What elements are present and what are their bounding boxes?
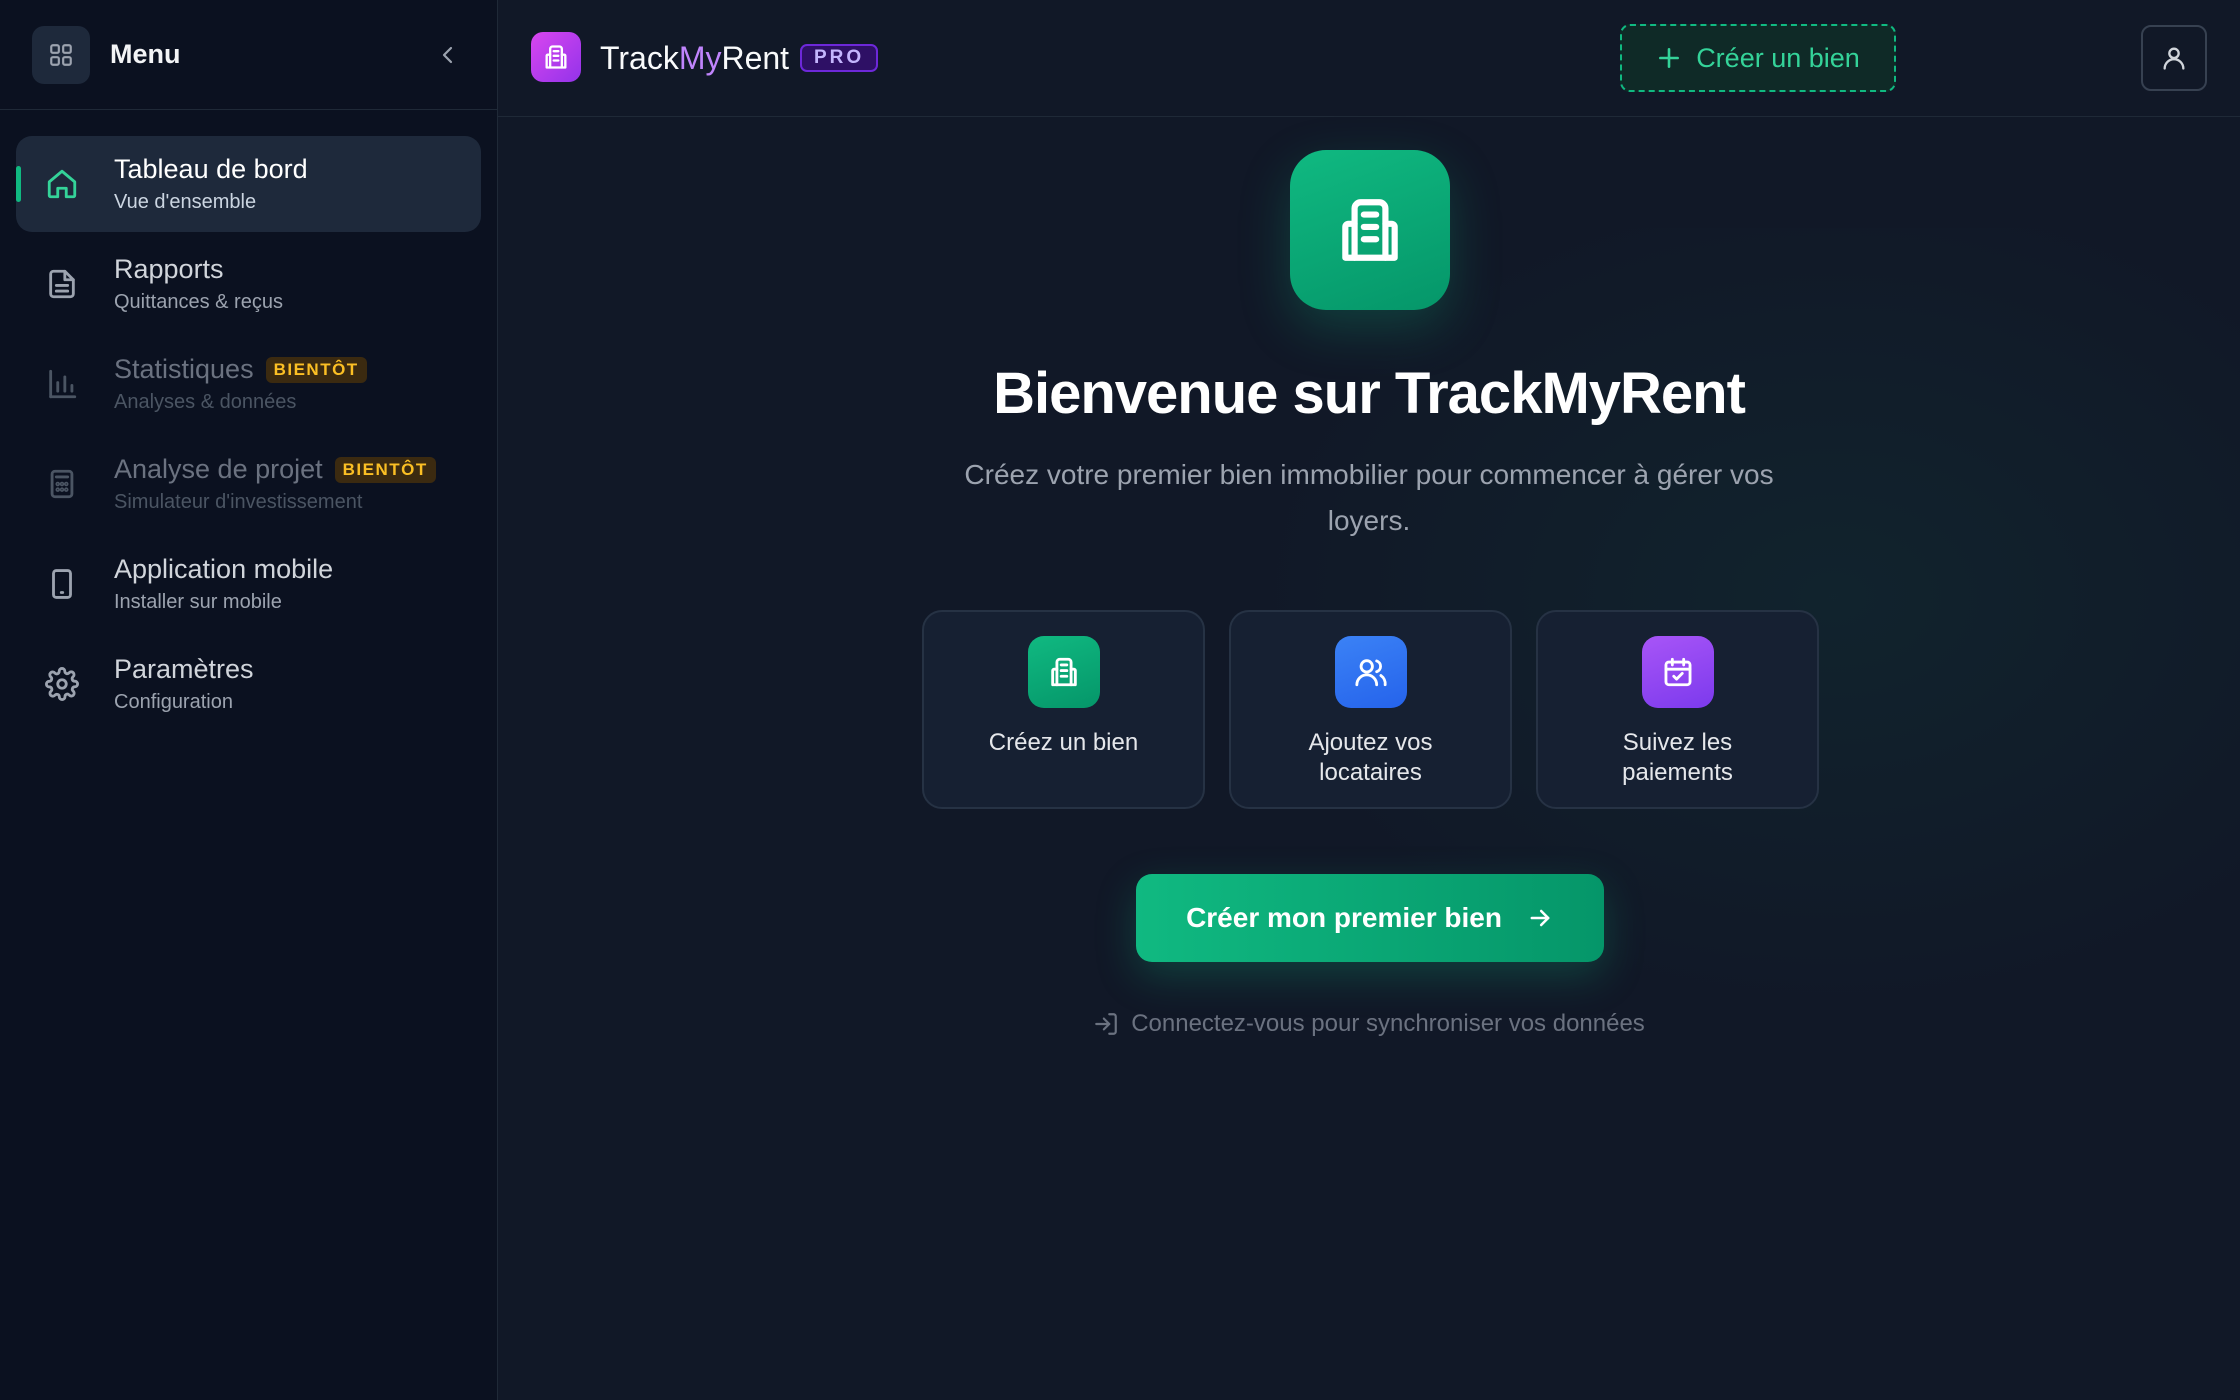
brand-part: Track [600,40,679,76]
create-first-property-button[interactable]: Créer mon premier bien [1136,874,1604,962]
sidebar-item-label: Statistiques [114,354,254,384]
sidebar-item-label: Rapports [114,254,224,284]
top-bar: TrackMyRent PRO Créer un bien [498,0,2240,117]
sidebar-item-settings[interactable]: Paramètres Configuration [16,636,481,732]
arrow-right-icon [1530,909,1550,927]
step-card-add-tenants: Ajoutez vos locataires [1229,610,1512,809]
sidebar-title: Menu [110,39,181,69]
brand-part: Rent [721,40,790,76]
bar-chart-icon [42,364,82,404]
sidebar-item-label: Paramètres [114,654,254,684]
login-hint-text: Connectez-vous pour synchroniser vos don… [1131,1010,1645,1037]
step-card-label: Ajoutez vos locataires [1308,729,1433,786]
smartphone-icon [42,564,82,604]
sidebar-item-reports[interactable]: Rapports Quittances & reçus [16,236,481,332]
sidebar-item-sublabel: Analyses & données [114,391,297,413]
collapse-sidebar-button[interactable] [429,36,467,74]
login-link[interactable]: Connectez-vous pour synchroniser vos don… [498,1010,2240,1038]
calendar-check-icon [1641,636,1714,708]
main-content: Bienvenue sur TrackMyRent Créez votre pr… [498,118,2240,1400]
step-card-label: Créez un bien [988,729,1139,756]
page-title: Bienvenue sur TrackMyRent [993,361,1746,426]
brand-part-accent: My [678,40,722,76]
onboarding-steps: Créez un bien Ajoutez vos locataires Sui… [922,610,1819,809]
step-card-track-payments: Suivez les paiements [1536,610,1819,809]
sidebar-item-label: Application mobile [114,554,334,584]
step-card-label: Suivez les paiements [1622,729,1733,786]
sidebar: Menu Tableau de bord Vue d'ensemble Rapp… [0,0,498,1400]
gear-icon [42,664,82,704]
grid-icon[interactable] [32,25,90,84]
logo-icon[interactable] [531,32,581,82]
soon-badge: BIENTÔT [334,456,436,483]
home-icon [42,164,82,204]
create-property-button-label: Créer un bien [1696,42,1860,73]
sidebar-item-dashboard[interactable]: Tableau de bord Vue d'ensemble [16,136,481,232]
sidebar-item-sublabel: Configuration [114,691,233,713]
create-property-button[interactable]: Créer un bien [1620,24,1896,92]
sidebar-item-label: Tableau de bord [114,154,308,184]
sidebar-item-label: Analyse de projet [114,454,323,484]
chevron-left-icon [442,46,453,64]
step-card-create-property: Créez un bien [922,610,1205,809]
sidebar-item-sublabel: Quittances & reçus [114,291,283,313]
sidebar-item-sublabel: Installer sur mobile [114,591,282,613]
sidebar-item-sublabel: Vue d'ensemble [114,191,257,213]
page-subtitle: Créez votre premier bien immobilier pour… [964,459,1774,536]
brand-name: TrackMyRent [600,40,789,77]
soon-badge: BIENTÔT [265,356,367,383]
calculator-icon [42,464,82,504]
create-first-property-label: Créer mon premier bien [1186,902,1502,933]
user-icon [2163,47,2185,70]
log-in-icon [1095,1013,1118,1035]
building-icon [1290,150,1450,310]
pro-badge: PRO [800,44,879,72]
sidebar-item-sublabel: Simulateur d'investissement [114,491,363,513]
sidebar-nav: Tableau de bord Vue d'ensemble Rapports … [0,110,497,732]
sidebar-item-project-analysis: Analyse de projet BIENTÔT Simulateur d'i… [16,436,481,532]
sidebar-item-statistics: Statistiques BIENTÔT Analyses & données [16,336,481,432]
sidebar-header: Menu [0,0,497,110]
users-icon [1334,636,1407,708]
file-text-icon [42,264,82,304]
user-account-button[interactable] [2141,25,2207,91]
building-icon [1027,636,1100,708]
sidebar-item-mobile-app[interactable]: Application mobile Installer sur mobile [16,536,481,632]
plus-icon [1659,48,1680,68]
